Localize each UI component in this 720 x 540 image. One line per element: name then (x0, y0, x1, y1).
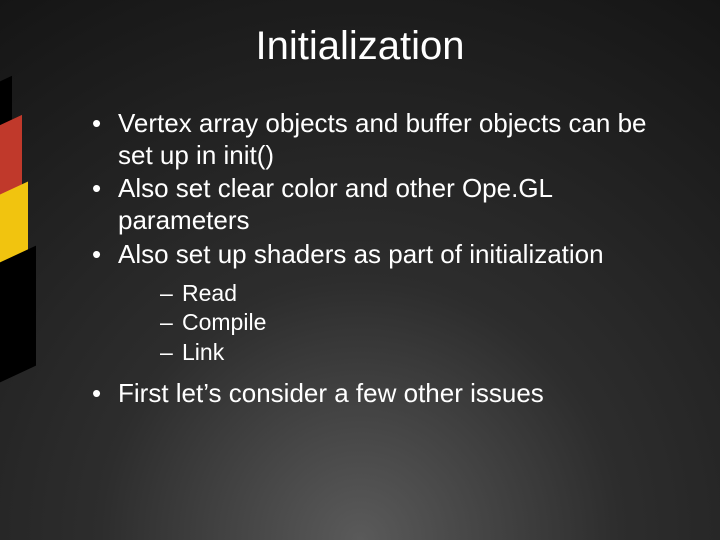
sub-list: Read Compile Link (160, 279, 680, 369)
bullet-text: First let’s consider a few other issues (118, 378, 544, 408)
sub-text: Read (182, 280, 237, 306)
bullet-item: Also set up shaders as part of initializ… (92, 239, 680, 368)
bullet-item: First let’s consider a few other issues (92, 378, 680, 410)
accent-shapes (0, 120, 40, 380)
slide-content: Vertex array objects and buffer objects … (92, 108, 680, 412)
sub-text: Link (182, 339, 224, 365)
accent-black (0, 246, 36, 383)
bullet-text: Vertex array objects and buffer objects … (118, 108, 647, 170)
bullet-item: Also set clear color and other Ope.GL pa… (92, 173, 680, 236)
sub-item: Read (160, 279, 680, 309)
sub-item: Link (160, 338, 680, 368)
bullet-item: Vertex array objects and buffer objects … (92, 108, 680, 171)
bullet-text: Also set up shaders as part of initializ… (118, 239, 604, 269)
slide-title: Initialization (0, 24, 720, 69)
sub-item: Compile (160, 308, 680, 338)
bullet-list: Vertex array objects and buffer objects … (92, 108, 680, 410)
bullet-text: Also set clear color and other Ope.GL pa… (118, 173, 552, 235)
sub-text: Compile (182, 309, 266, 335)
